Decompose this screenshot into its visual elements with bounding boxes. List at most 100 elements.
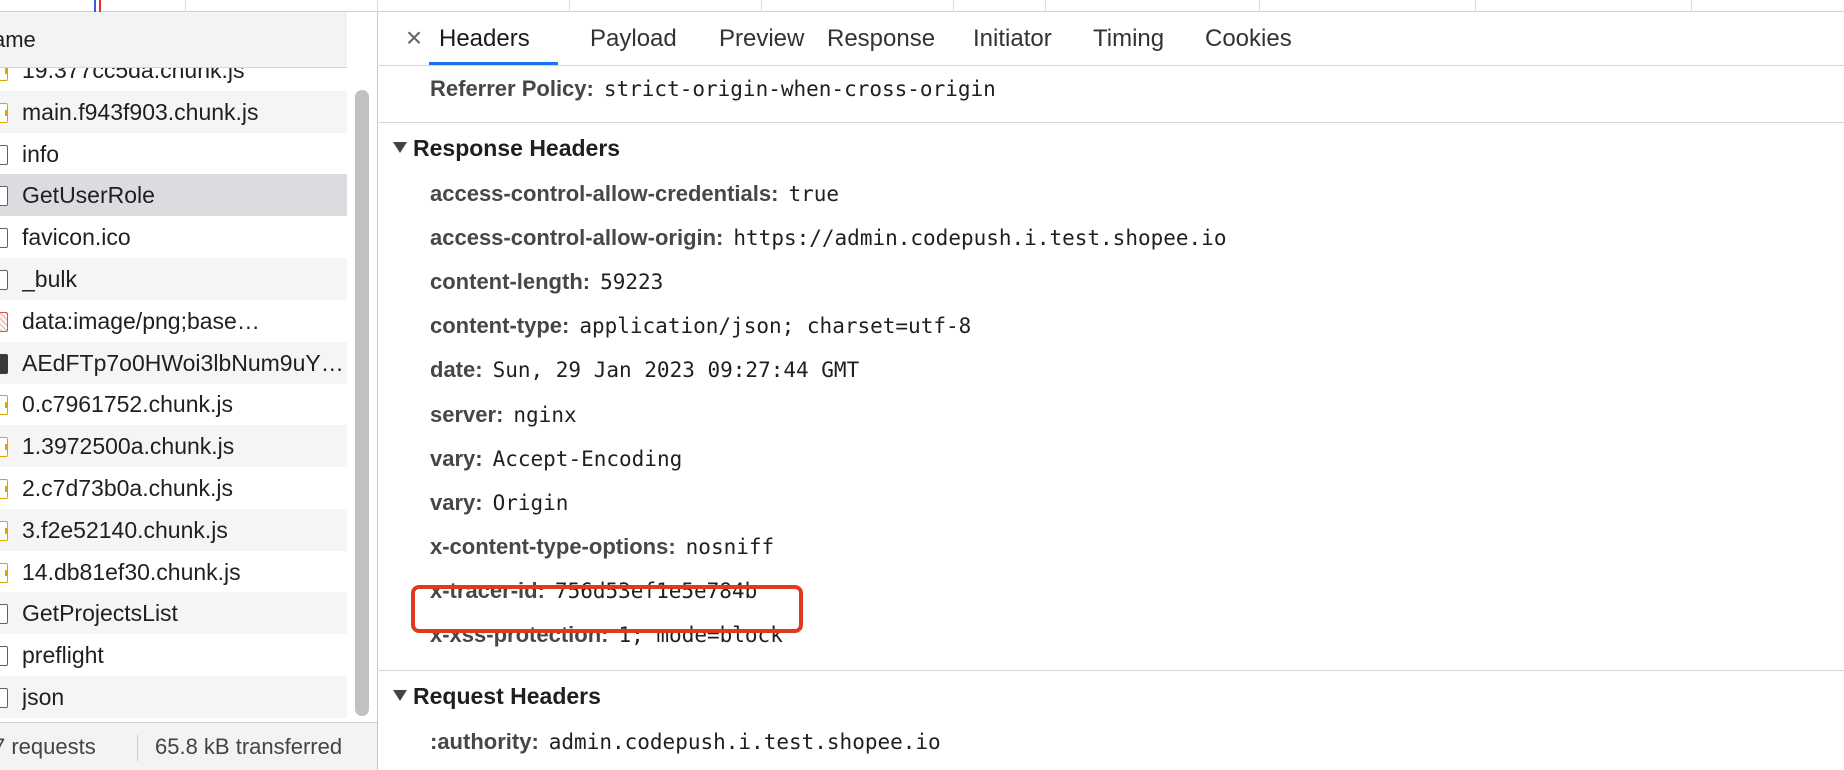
timeline-overview[interactable] [0, 0, 1844, 12]
network-summary-bar: 7 requests 65.8 kB transferred [0, 722, 377, 770]
request-name: _bulk [22, 266, 77, 292]
request-row[interactable]: AEdFTp7o0HWoi3lbNum9uY… [0, 341, 347, 384]
image-file-icon [0, 311, 8, 332]
request-name: GetProjectsList [22, 600, 178, 627]
request-name: preflight [22, 642, 104, 669]
request-row[interactable]: json [0, 676, 347, 718]
request-name: 3.f2e52140.chunk.js [22, 516, 228, 543]
header-value: Origin [492, 490, 569, 515]
request-headers-section-toggle[interactable]: Request Headers [393, 674, 601, 718]
timeline-gridline [1045, 0, 1046, 12]
tab-response[interactable]: Response [827, 12, 935, 66]
timeline-gridline [1475, 0, 1476, 12]
header-row: vary: Origin [430, 481, 568, 525]
request-row[interactable]: preflight [0, 634, 347, 676]
request-row[interactable]: 14.db81ef30.chunk.js [0, 551, 347, 593]
header-value: true [788, 182, 840, 206]
headers-view: Referrer Policy: strict-origin-when-cross… [379, 67, 1844, 770]
request-row[interactable]: 3.f2e52140.chunk.js [0, 508, 347, 551]
response-headers-section-toggle[interactable]: Response Headers [393, 126, 620, 170]
close-details-button[interactable]: × [399, 22, 429, 54]
document-file-icon [0, 688, 8, 708]
image-thumbnail-icon [0, 353, 8, 374]
summary-divider [137, 735, 138, 761]
header-value: strict-origin-when-cross-origin [603, 77, 996, 101]
header-row: server: nginx [430, 393, 577, 437]
request-row[interactable]: _bulk [0, 258, 347, 300]
header-key: access-control-allow-credentials: [430, 181, 779, 206]
script-file-icon [0, 68, 8, 81]
header-row: access-control-allow-origin: https://admi… [430, 216, 1226, 260]
header-row-referrer-policy: Referrer Policy: strict-origin-when-cross… [430, 67, 996, 111]
script-file-icon [0, 437, 8, 458]
request-row[interactable]: 2.c7d73b0a.chunk.js [0, 467, 347, 509]
tab-preview[interactable]: Preview [719, 12, 804, 66]
header-value: application/json; charset=utf-8 [579, 314, 972, 339]
timeline-gridline [1259, 0, 1260, 12]
header-value: Accept-Encoding [492, 446, 683, 471]
response-headers-title: Response Headers [413, 135, 621, 161]
header-key: content-type: [430, 313, 570, 339]
highlight-annotation-box [411, 585, 803, 633]
header-row: :authority: admin.codepush.i.test.shopee.… [430, 720, 941, 764]
request-name: info [22, 140, 60, 167]
request-row[interactable]: info [0, 133, 347, 175]
header-value: https://admin.codepush.i.test.shopee.io [733, 226, 1227, 251]
tab-timing[interactable]: Timing [1093, 12, 1164, 66]
details-tabbar: × Headers Payload Preview Response Initi… [379, 12, 1844, 66]
request-row[interactable]: 19.377cc5da.chunk.js [0, 68, 347, 91]
request-name: 0.c7961752.chunk.js [22, 391, 233, 418]
request-row[interactable]: GetProjectsList [0, 592, 347, 635]
request-row[interactable]: 0.c7961752.chunk.js [0, 383, 347, 425]
transferred-size: 65.8 kB transferred [155, 734, 343, 759]
header-key: x-content-type-options: [430, 533, 676, 559]
document-file-icon [0, 646, 8, 667]
request-row[interactable]: favicon.ico [0, 216, 347, 258]
script-file-icon [0, 102, 8, 123]
request-list: 19.377cc5da.chunk.js main.f943f903.chunk.… [0, 68, 347, 722]
tab-cookies[interactable]: Cookies [1205, 12, 1292, 66]
script-file-icon [0, 562, 8, 583]
request-row[interactable]: 1.3972500a.chunk.js [0, 425, 347, 468]
name-column-label: ame [0, 27, 36, 52]
header-key: Referrer Policy: [430, 76, 594, 101]
header-key: :authority: [430, 729, 539, 754]
header-value: admin.codepush.i.test.shopee.io [548, 730, 941, 754]
request-name: favicon.ico [22, 224, 131, 251]
request-name: 14.db81ef30.chunk.js [22, 558, 241, 585]
tab-headers[interactable]: Headers [439, 12, 530, 66]
header-key: vary: [430, 445, 483, 471]
request-count: 7 requests [0, 734, 96, 759]
request-name: GetUserRole [22, 182, 155, 209]
tab-payload[interactable]: Payload [590, 12, 677, 66]
scrollbar-thumb[interactable] [355, 90, 369, 716]
dom-content-loaded-marker [94, 0, 96, 12]
request-row[interactable]: data:image/png;base… [0, 300, 347, 342]
request-row[interactable]: main.f943f903.chunk.js [0, 90, 347, 133]
header-value: nosniff [685, 534, 775, 559]
request-list-scrollbar[interactable] [347, 68, 377, 722]
header-value: 59223 [600, 270, 664, 295]
header-key: vary: [430, 489, 483, 515]
request-details-panel: × Headers Payload Preview Response Initi… [379, 12, 1844, 770]
script-file-icon [0, 395, 8, 416]
header-row: content-type: application/json; charset=u… [430, 304, 971, 348]
request-headers-title: Request Headers [413, 683, 601, 709]
header-row: content-length: 59223 [430, 260, 663, 304]
name-column-header[interactable]: ame [0, 12, 347, 68]
header-key: content-length: [430, 269, 591, 295]
script-file-icon [0, 479, 8, 499]
collapse-triangle-icon [393, 690, 407, 702]
document-file-icon [0, 604, 8, 625]
header-row: x-content-type-options: nosniff [430, 525, 774, 569]
collapse-triangle-icon [393, 142, 407, 154]
header-value: Sun, 29 Jan 2023 09:27:44 GMT [492, 358, 860, 383]
document-file-icon [0, 144, 8, 165]
timeline-gridline [953, 0, 954, 12]
request-row[interactable]: GetUserRole [0, 174, 347, 217]
request-name: AEdFTp7o0HWoi3lbNum9uY… [22, 349, 344, 376]
header-value: nginx [513, 402, 577, 427]
tab-initiator[interactable]: Initiator [973, 12, 1052, 66]
document-file-icon [0, 186, 8, 207]
load-marker [99, 0, 101, 12]
